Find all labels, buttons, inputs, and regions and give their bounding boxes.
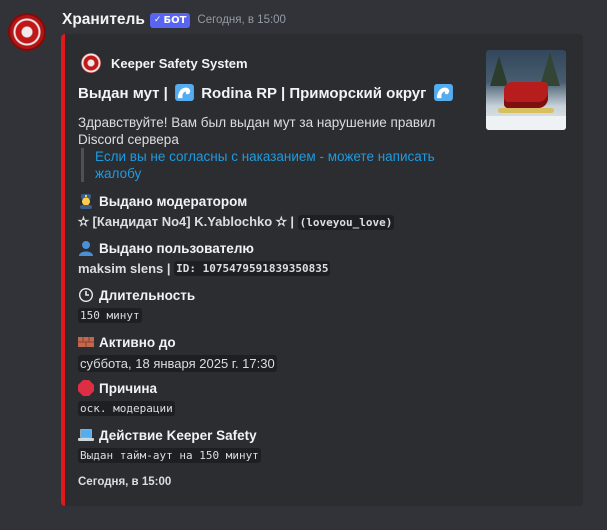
field-moderator-name: Выдано модератором bbox=[99, 193, 248, 209]
bot-username[interactable]: Хранитель bbox=[62, 11, 145, 29]
embed-author: Keeper Safety System bbox=[81, 53, 248, 73]
wave-icon bbox=[433, 84, 453, 101]
laptop-icon bbox=[78, 429, 94, 441]
embed-footer-timestamp: Сегодня, в 15:00 bbox=[78, 476, 172, 488]
title-part2: Rodina RP | Приморский округ bbox=[201, 85, 427, 102]
bot-badge: ✓ БОТ bbox=[149, 12, 191, 28]
brick-icon bbox=[78, 337, 94, 347]
field-reason-name: Причина bbox=[99, 380, 158, 396]
bust-silhouette-icon bbox=[79, 241, 93, 256]
field-duration: Длительность 150 минут bbox=[78, 287, 195, 323]
title-part1: Выдан мут | bbox=[78, 85, 168, 102]
field-duration-name: Длительность bbox=[99, 287, 196, 303]
embed-description: Здравствуйте! Вам был выдан мут за наруш… bbox=[78, 115, 436, 147]
message-timestamp[interactable]: Сегодня, в 15:00 bbox=[197, 14, 286, 26]
embed-quote-link[interactable]: Если вы не согласны с наказанием - может… bbox=[81, 148, 455, 182]
clock-icon bbox=[79, 288, 93, 302]
police-officer-icon bbox=[80, 194, 92, 209]
field-reason: Причина оск. модерации bbox=[78, 380, 175, 416]
field-user-code: ID: 1075479591839350835 bbox=[174, 261, 331, 276]
bot-badge-label: БОТ bbox=[163, 14, 187, 26]
field-action-name: Действие Keeper Safety bbox=[99, 427, 257, 443]
field-moderator-value: ✫ [Кандидат No4] K.Yablochko ✫ | bbox=[78, 214, 294, 229]
field-active-until-value[interactable]: суббота, 18 января 2025 г. 17:30 bbox=[78, 355, 277, 372]
field-user: Выдано пользователю maksim slens | ID: 1… bbox=[78, 240, 331, 276]
embed-card: Keeper Safety System Выдан мут | Rodina … bbox=[61, 34, 583, 506]
bot-avatar[interactable] bbox=[8, 13, 46, 51]
field-duration-value: 150 минут bbox=[78, 308, 142, 323]
field-reason-value: оск. модерации bbox=[78, 401, 175, 416]
field-action-value: Выдан тайм-аут на 150 минут bbox=[78, 448, 261, 463]
embed-accent-bar bbox=[61, 34, 65, 506]
stop-sign-icon bbox=[78, 380, 94, 396]
message-header: Хранитель ✓ БОТ Сегодня, в 15:00 bbox=[62, 11, 286, 29]
field-user-name: Выдано пользователю bbox=[99, 240, 254, 256]
author-name: Keeper Safety System bbox=[111, 55, 248, 71]
verified-check-icon: ✓ bbox=[153, 14, 162, 25]
wave-icon bbox=[175, 84, 194, 101]
embed-title: Выдан мут | Rodina RP | Приморский округ bbox=[78, 84, 456, 102]
field-active-until: Активно до суббота, 18 января 2025 г. 17… bbox=[78, 334, 277, 372]
field-active-until-name: Активно до bbox=[99, 334, 176, 350]
author-icon bbox=[81, 53, 101, 73]
field-action: Действие Keeper Safety Выдан тайм-аут на… bbox=[78, 427, 261, 463]
field-moderator-code: (loveyou_love) bbox=[297, 214, 395, 230]
embed-thumbnail[interactable] bbox=[486, 50, 566, 130]
field-moderator: Выдано модератором ✫ [Кандидат No4] K.Ya… bbox=[78, 193, 395, 230]
field-user-value: maksim slens | bbox=[78, 261, 171, 276]
